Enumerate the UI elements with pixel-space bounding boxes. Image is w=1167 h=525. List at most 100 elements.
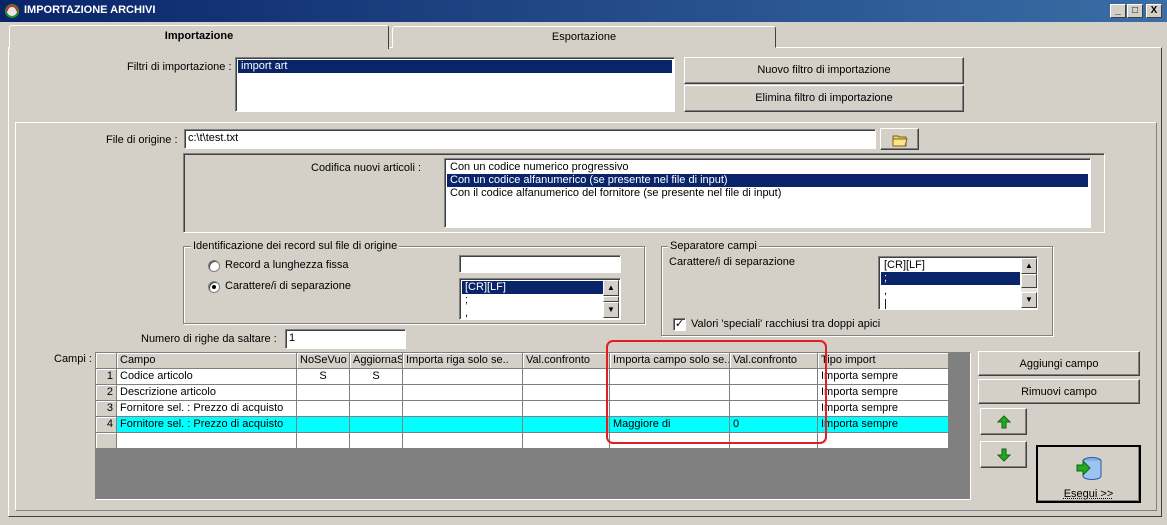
separator-item[interactable]: , [462,307,618,319]
separatore-title: Separatore campi [668,240,759,252]
arrow-up-icon [996,415,1011,429]
radio-fixed-length-label[interactable]: Record a lunghezza fissa [225,259,349,271]
app-icon [5,4,19,18]
grid-cell-empty[interactable] [350,433,403,449]
separator-item[interactable]: , [881,285,1035,298]
grid-cell[interactable] [297,401,350,417]
minimize-button[interactable]: _ [1110,4,1126,18]
grid-cell[interactable] [523,385,610,401]
codifica-label: Codifica nuovi articoli : [311,162,422,174]
grid-cell-selected[interactable]: Fornitore sel. : Prezzo di acquisto [117,417,297,433]
record-separator-scrollbar[interactable]: ▲ ▼ [603,280,619,318]
grid-cell[interactable]: Codice articolo [117,369,297,385]
grid-cell[interactable] [403,369,523,385]
radio-separator[interactable] [208,281,220,293]
grid-cell[interactable] [403,401,523,417]
fields-grid[interactable]: Campo NoSeVuo AggiornaS Importa riga sol… [95,352,971,500]
run-button-label: Esegui >> [1063,488,1114,500]
delete-filter-button[interactable]: Elimina filtro di importazione [684,85,964,112]
skip-rows-label: Numero di righe da saltare : [141,333,277,345]
codifica-option-selected[interactable]: Con un codice alfanumerico (se presente … [447,174,1088,187]
grid-header[interactable]: AggiornaS [350,353,403,369]
codifica-listbox[interactable]: Con un codice numerico progressivo Con u… [444,158,1091,228]
grid-cell-selected[interactable] [403,417,523,433]
grid-cell[interactable]: Importa sempre [818,385,949,401]
grid-cell-selected[interactable]: Importa sempre [818,417,949,433]
codifica-option[interactable]: Con il codice alfanumerico del fornitore… [447,187,1088,200]
remove-field-button[interactable]: Rimuovi campo [978,379,1140,404]
record-length-input[interactable] [459,255,621,273]
grid-cell[interactable]: Importa sempre [818,401,949,417]
grid-header[interactable]: Val.confronto [523,353,610,369]
grid-cell[interactable] [297,385,350,401]
identificazione-title: Identificazione dei record sul file di o… [191,240,400,252]
separator-item-selected[interactable]: ; [881,272,1020,285]
row-number[interactable]: 2 [96,385,117,401]
database-run-icon [1076,457,1101,480]
grid-header[interactable]: Tipo import [818,353,949,369]
radio-fixed-length[interactable] [208,260,220,272]
grid-cell[interactable] [350,385,403,401]
separator-item[interactable]: [CR][LF] [881,259,1035,272]
separatore-label: Carattere/i di separazione [669,256,795,268]
filter-item[interactable]: import art [238,60,672,73]
source-file-input[interactable]: c:\t\test.txt [184,129,876,149]
add-field-button[interactable]: Aggiungi campo [978,351,1140,376]
grid-cell-empty[interactable] [818,433,949,449]
filters-listbox[interactable]: import art [235,57,675,112]
scroll-thumb[interactable] [1021,274,1037,288]
filters-label: Filtri di importazione : [127,61,232,73]
radio-separator-label[interactable]: Carattere/i di separazione [225,280,351,292]
grid-cell[interactable]: S [350,369,403,385]
tab-esportazione[interactable]: Esportazione [392,26,776,48]
grid-cell[interactable] [523,401,610,417]
grid-cell-selected[interactable] [523,417,610,433]
row-number[interactable]: 1 [96,369,117,385]
grid-cell[interactable] [350,401,403,417]
grid-cell[interactable]: Fornitore sel. : Prezzo di acquisto [117,401,297,417]
scroll-up-button[interactable]: ▲ [603,280,619,296]
grid-cell[interactable] [523,369,610,385]
close-button[interactable]: X [1146,4,1162,18]
new-filter-button[interactable]: Nuovo filtro di importazione [684,57,964,84]
tab-importazione[interactable]: Importazione [9,25,389,49]
skip-rows-input[interactable]: 1 [285,329,406,349]
scroll-down-button[interactable]: ▼ [1021,292,1037,308]
grid-cell-empty[interactable] [297,433,350,449]
window-title: IMPORTAZIONE ARCHIVI [24,4,156,16]
quoted-values-label[interactable]: Valori 'speciali' racchiusi tra doppi ap… [691,318,880,330]
row-number[interactable]: 3 [96,401,117,417]
grid-cell-selected[interactable] [350,417,403,433]
source-file-label: File di origine : [106,134,178,146]
new-row-number[interactable] [96,433,117,449]
grid-cell[interactable]: Importa sempre [818,369,949,385]
grid-cell-selected[interactable] [297,417,350,433]
quoted-values-checkbox[interactable]: ✓ [673,318,686,331]
folder-icon [892,135,908,147]
codifica-option[interactable]: Con un codice numerico progressivo [447,161,1088,174]
grid-cell[interactable]: S [297,369,350,385]
scroll-up-button[interactable]: ▲ [1021,258,1037,274]
field-separator-scrollbar[interactable]: ▲ ▼ [1021,258,1037,308]
annotation-highlight [606,340,827,444]
browse-button[interactable] [880,128,919,150]
row-number[interactable]: 4 [96,417,117,433]
grid-cell-empty[interactable] [117,433,297,449]
record-separator-listbox[interactable]: [CR][LF] ; , [459,278,621,320]
maximize-button[interactable]: □ [1127,4,1143,18]
separator-item[interactable]: ; [462,294,618,307]
grid-cell[interactable] [403,385,523,401]
grid-header[interactable]: Campo [117,353,297,369]
scroll-down-button[interactable]: ▼ [603,302,619,318]
grid-cell-empty[interactable] [403,433,523,449]
separator-item[interactable]: | [881,298,1035,309]
move-up-button[interactable] [980,408,1027,435]
field-separator-listbox[interactable]: [CR][LF] ; , | [878,256,1038,310]
run-button[interactable]: Esegui >> [1036,445,1141,503]
grid-header[interactable]: NoSeVuo [297,353,350,369]
grid-cell-empty[interactable] [523,433,610,449]
grid-cell[interactable]: Descrizione articolo [117,385,297,401]
move-down-button[interactable] [980,441,1027,468]
grid-header[interactable]: Importa riga solo se.. [403,353,523,369]
separator-item[interactable]: [CR][LF] [462,281,603,294]
